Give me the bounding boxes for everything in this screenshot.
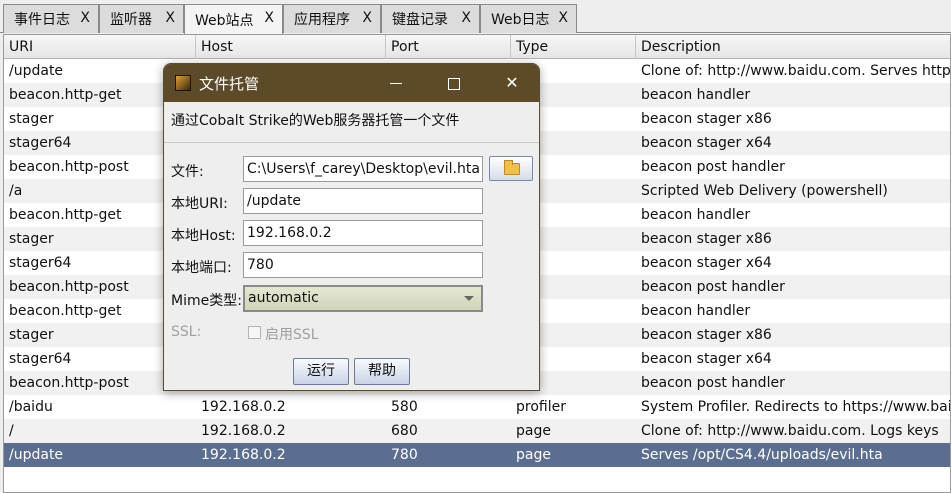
tab-label: 键盘记录 (392, 12, 448, 28)
table-row[interactable]: /update 192.168.0.2 780 page Serves /opt/CS4… (4, 443, 950, 467)
enable-ssl-checkbox[interactable] (248, 326, 261, 339)
table-row[interactable]: /baidu 192.168.0.2 580 profiler System Profi… (4, 395, 951, 419)
column-header-uri[interactable]: URI (4, 35, 196, 59)
cell-description: beacon stager x86 (641, 231, 772, 247)
tab-close-icon[interactable]: X (80, 10, 90, 26)
tab-bar: 事件日志 X 监听器 X Web站点 X 应用程序 X 键盘记录 X Web日志… (0, 0, 951, 34)
local-uri-field[interactable] (243, 188, 483, 214)
cell-uri: / (9, 423, 14, 439)
cell-host: 192.168.0.2 (201, 447, 286, 463)
cell-description: beacon handler (641, 87, 751, 103)
tab-close-icon[interactable]: X (362, 10, 372, 26)
dialog-titlebar[interactable]: 文件托管 ✕ (164, 64, 539, 102)
cell-port: 680 (391, 423, 418, 439)
tab-keystrokes[interactable]: 键盘记录 X (381, 4, 480, 33)
cell-description: beacon stager x86 (641, 327, 772, 343)
tab-close-icon[interactable]: X (461, 10, 471, 26)
tab-close-icon[interactable]: X (165, 10, 175, 26)
cell-host: 192.168.0.2 (201, 399, 286, 415)
cell-uri: /update (9, 447, 64, 463)
chevron-down-icon (464, 296, 474, 301)
cell-port: 580 (391, 399, 418, 415)
cell-description: Scripted Web Delivery (powershell) (641, 183, 888, 199)
enable-ssl-label: 启用SSL (265, 327, 319, 343)
mime-type-label: Mime类型: (171, 293, 242, 309)
cell-description: beacon post handler (641, 159, 785, 175)
tab-web-sites[interactable]: Web站点 X (184, 4, 283, 34)
tab-web-log[interactable]: Web日志 X (480, 4, 577, 33)
minimize-icon[interactable] (367, 64, 425, 102)
folder-icon (504, 160, 520, 175)
tab-applications[interactable]: 应用程序 X (283, 4, 381, 33)
cell-type: page (516, 423, 551, 439)
local-uri-label: 本地URI: (171, 196, 228, 212)
table-header: URI Host Port Type Description (4, 35, 950, 59)
column-header-description[interactable]: Description (636, 35, 950, 59)
cell-type: profiler (516, 399, 566, 415)
browse-button[interactable] (489, 156, 533, 181)
mime-type-value: automatic (248, 290, 319, 306)
cell-description: beacon post handler (641, 375, 785, 391)
app-icon (175, 75, 191, 91)
cell-description: beacon post handler (641, 279, 785, 295)
cell-host: 192.168.0.2 (201, 423, 286, 439)
cell-uri: /baidu (9, 399, 53, 415)
divider (164, 142, 539, 143)
tab-listeners[interactable]: 监听器 X (99, 4, 184, 33)
column-header-port[interactable]: Port (386, 35, 511, 59)
dialog-title: 文件托管 (199, 75, 260, 93)
cell-description: Clone of: http://www.baidu.com. Serves h… (641, 63, 951, 79)
tab-label: 事件日志 (14, 12, 70, 28)
cell-description: beacon handler (641, 207, 751, 223)
cell-description: System Profiler. Redirects to https://ww… (641, 399, 951, 415)
local-port-label: 本地端口: (171, 260, 232, 276)
tab-close-icon[interactable]: X (264, 10, 274, 26)
cell-description: beacon stager x64 (641, 351, 772, 367)
help-button[interactable]: 帮助 (354, 358, 410, 385)
run-button[interactable]: 运行 (293, 358, 349, 385)
local-host-label: 本地Host: (171, 228, 236, 244)
column-header-host[interactable]: Host (196, 35, 386, 59)
cell-description: beacon handler (641, 303, 751, 319)
mime-type-select[interactable]: automatic (243, 285, 483, 312)
table-row[interactable]: / 192.168.0.2 680 page Clone of: http://www.… (4, 419, 950, 443)
cell-description: beacon stager x86 (641, 111, 772, 127)
maximize-icon[interactable] (425, 64, 483, 102)
tab-label: Web日志 (491, 12, 550, 28)
cell-port: 780 (391, 447, 418, 463)
local-port-field[interactable] (243, 252, 483, 278)
cell-description: beacon stager x64 (641, 255, 772, 271)
cell-description: beacon stager x64 (641, 135, 772, 151)
column-header-type[interactable]: Type (511, 35, 636, 59)
cell-description: Serves /opt/CS4.4/uploads/evil.hta (641, 447, 883, 463)
tab-close-icon[interactable]: X (558, 10, 568, 26)
close-icon[interactable]: ✕ (483, 64, 539, 102)
file-label: 文件: (171, 164, 204, 180)
tab-label: 应用程序 (294, 12, 350, 28)
dialog-description: 通过Cobalt Strike的Web服务器托管一个文件 (171, 113, 460, 129)
tab-event-log[interactable]: 事件日志 X (3, 4, 99, 33)
cell-description: Clone of: http://www.baidu.com. Logs key… (641, 423, 939, 439)
tab-label: 监听器 (110, 12, 152, 28)
ssl-label: SSL: (171, 324, 202, 340)
file-path-field[interactable] (243, 156, 483, 182)
host-file-dialog: 文件托管 ✕ 通过Cobalt Strike的Web服务器托管一个文件 文件: … (163, 63, 540, 391)
local-host-field[interactable] (243, 220, 483, 246)
tab-label: Web站点 (195, 12, 254, 29)
cell-type: page (516, 447, 551, 463)
